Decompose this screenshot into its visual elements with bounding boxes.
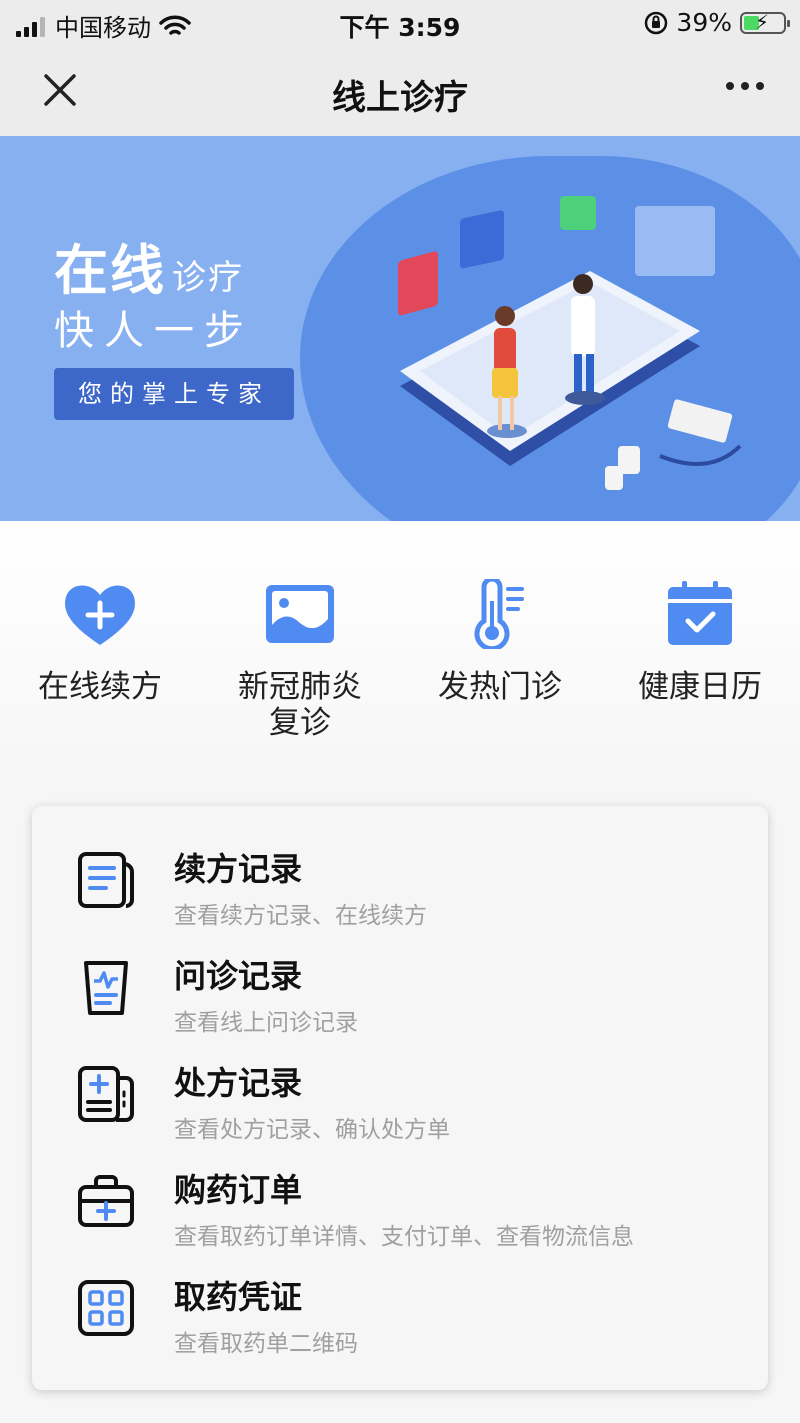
record-row-orders[interactable]: 购药订单 查看取药订单详情、支付订单、查看物流信息 bbox=[32, 1127, 768, 1250]
quick-action-health-calendar[interactable]: 健康日历 bbox=[600, 579, 800, 705]
record-row-consultation[interactable]: 问诊记录 查看线上问诊记录 bbox=[32, 913, 768, 1036]
record-title: 取药凭证 bbox=[174, 1278, 303, 1316]
quick-action-label: 发热门诊 bbox=[438, 669, 562, 705]
record-title: 处方记录 bbox=[174, 1064, 303, 1102]
banner-title: 在线 诊疗 bbox=[54, 226, 244, 305]
prescription-icon bbox=[78, 1066, 134, 1122]
quick-action-label: 在线续方 bbox=[38, 669, 162, 705]
nav-bar: 线上诊疗 bbox=[0, 46, 800, 136]
page-title: 线上诊疗 bbox=[332, 78, 468, 118]
calendar-check-icon bbox=[668, 581, 732, 645]
record-row-pickup-voucher[interactable]: 取药凭证 查看取药单二维码 bbox=[32, 1234, 768, 1357]
battery-icon: ⚡ bbox=[740, 9, 790, 34]
quick-action-label: 健康日历 bbox=[638, 669, 762, 705]
quick-actions: 在线续方 新冠肺炎 复诊 发热门诊 健康日历 bbox=[0, 521, 800, 781]
hero-banner[interactable]: 在线 诊疗 快人一步 您的掌上专家 bbox=[0, 136, 800, 521]
banner-title-big: 在线 bbox=[54, 239, 166, 302]
record-title: 续方记录 bbox=[174, 850, 303, 888]
quick-action-prescription-renewal[interactable]: 在线续方 bbox=[0, 579, 200, 705]
telemedicine-illustration bbox=[398, 196, 742, 490]
banner-title-small: 诊疗 bbox=[172, 258, 244, 298]
consultation-icon bbox=[84, 961, 128, 1015]
records-card: 续方记录 查看续方记录、在线续方 问诊记录 查看线上问诊记录 处方记录 查看处方… bbox=[32, 806, 768, 1390]
more-icon[interactable] bbox=[726, 82, 764, 90]
record-row-prescription[interactable]: 处方记录 查看处方记录、确认处方单 bbox=[32, 1020, 768, 1143]
quick-action-fever-clinic[interactable]: 发热门诊 bbox=[400, 576, 600, 705]
banner-tag: 您的掌上专家 bbox=[54, 368, 294, 420]
banner-subtitle: 快人一步 bbox=[54, 308, 254, 354]
quick-action-label: 新冠肺炎 复诊 bbox=[238, 669, 362, 741]
thermometer-icon bbox=[474, 576, 524, 652]
record-subtitle: 查看取药单二维码 bbox=[174, 1331, 358, 1357]
record-row-renewal[interactable]: 续方记录 查看续方记录、在线续方 bbox=[32, 806, 768, 929]
orientation-lock-icon bbox=[645, 11, 668, 34]
status-right: 39% ⚡ bbox=[644, 8, 790, 37]
qr-code-icon bbox=[78, 1280, 134, 1336]
battery-percent: 39% bbox=[676, 8, 732, 37]
record-title: 购药订单 bbox=[174, 1171, 303, 1209]
image-icon bbox=[266, 585, 334, 643]
heart-plus-icon bbox=[65, 585, 135, 645]
status-bar: 中国移动 下午 3:59 39% ⚡ bbox=[0, 0, 800, 46]
medical-kit-icon bbox=[78, 1175, 134, 1227]
record-title: 问诊记录 bbox=[174, 957, 303, 995]
charging-icon: ⚡ bbox=[755, 9, 770, 34]
quick-action-covid-followup[interactable]: 新冠肺炎 复诊 bbox=[200, 579, 400, 741]
document-icon bbox=[78, 852, 134, 908]
